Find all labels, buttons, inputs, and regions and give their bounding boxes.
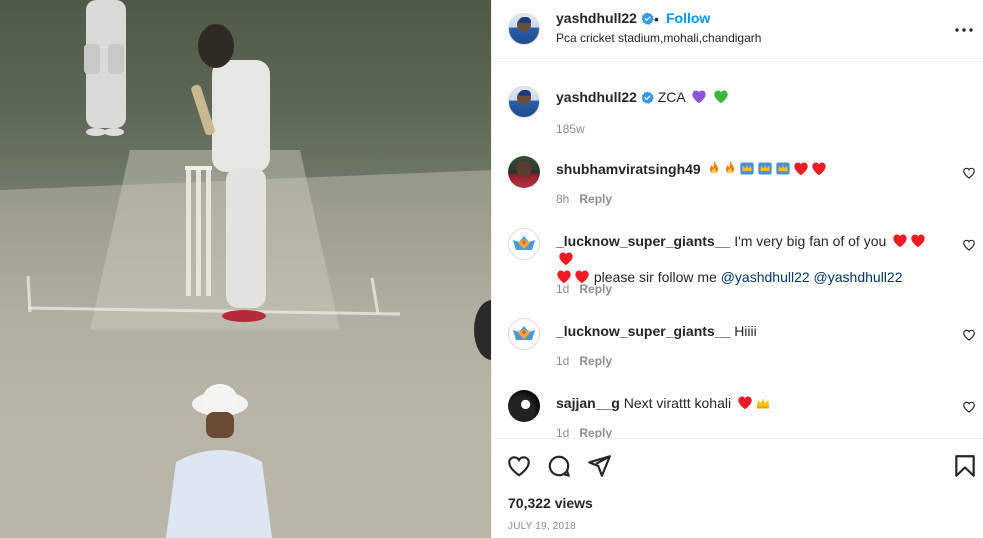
comment-body: Next virattt kohali [623, 395, 732, 411]
reply-button[interactable]: Reply [579, 282, 612, 296]
commenter-avatar[interactable] [508, 390, 540, 422]
post-actions: 70,322 views JULY 19, 2018 [492, 438, 983, 538]
comment-row: shubhamviratsingh49 8h Reply [492, 156, 983, 216]
follow-button[interactable]: Follow [666, 10, 710, 26]
comment-body: Hiiii [734, 323, 757, 339]
cricket-photo [0, 0, 491, 538]
comment-text: shubhamviratsingh49 [556, 160, 936, 178]
post-header: yashdhull22 • Follow Pca cricket stadium… [492, 0, 983, 62]
caption-age[interactable]: 185w [556, 122, 585, 136]
comment-age[interactable]: 1d [556, 282, 569, 296]
comment-row: _lucknow_super_giants__ Hiiii 1d Reply [492, 318, 983, 378]
red-heart-icon [811, 162, 826, 176]
fire-icon [709, 160, 718, 174]
comment-age[interactable]: 1d [556, 354, 569, 368]
crown-icon [739, 162, 754, 175]
heart-icon[interactable] [962, 166, 976, 180]
comment-text: _lucknow_super_giants__ I'm very big fan… [556, 232, 936, 286]
reply-button[interactable]: Reply [579, 354, 612, 368]
reply-button[interactable]: Reply [579, 426, 612, 438]
post-date[interactable]: JULY 19, 2018 [508, 521, 576, 532]
comment-row: sajjan__g Next virattt kohali 1d Reply [492, 390, 983, 438]
share-icon[interactable] [586, 453, 612, 479]
commenter-avatar[interactable] [508, 156, 540, 188]
comment-body-continued: please sir follow me [593, 269, 717, 285]
heart-icon[interactable] [962, 400, 976, 414]
view-count[interactable]: 70,322 views [508, 495, 593, 511]
caption-avatar[interactable] [508, 86, 540, 118]
red-heart-icon [559, 252, 573, 266]
caption-text: yashdhull22 ZCA [556, 88, 936, 106]
red-heart-icon [911, 234, 925, 248]
commenter-username[interactable]: sajjan__g [556, 395, 620, 411]
more-icon[interactable] [952, 18, 976, 42]
caption-row: yashdhull22 ZCA 185w [492, 84, 983, 144]
red-heart-icon [893, 234, 907, 248]
post-side-panel: yashdhull22 • Follow Pca cricket stadium… [491, 0, 983, 538]
red-heart-icon [793, 162, 808, 176]
comment-meta: 1d Reply [556, 426, 612, 438]
caption-username[interactable]: yashdhull22 [556, 89, 637, 105]
comments-list[interactable]: yashdhull22 ZCA 185w shubhamviratsingh49… [492, 62, 983, 438]
verified-icon [641, 91, 654, 104]
comment-body: I'm very big fan of of you [734, 233, 887, 249]
author-username[interactable]: yashdhull22 [556, 10, 654, 26]
comment-meta: 1d Reply [556, 282, 612, 296]
comment-text: sajjan__g Next virattt kohali [556, 394, 936, 412]
post-media[interactable] [0, 0, 491, 538]
crown-icon [757, 162, 772, 175]
commenter-username[interactable]: _lucknow_super_giants__ [556, 233, 730, 249]
fire-icon [725, 160, 734, 174]
commenter-username[interactable]: _lucknow_super_giants__ [556, 323, 730, 339]
commenter-username[interactable]: shubhamviratsingh49 [556, 161, 701, 177]
comment-row: _lucknow_super_giants__ I'm very big fan… [492, 228, 983, 308]
crown-icon [775, 162, 790, 175]
lsg-logo-icon [513, 326, 535, 340]
commenter-avatar[interactable] [508, 228, 540, 260]
heart-icon[interactable] [962, 328, 976, 342]
reply-button[interactable]: Reply [579, 192, 612, 206]
commenter-avatar[interactable] [508, 318, 540, 350]
lsg-logo-icon [513, 236, 535, 250]
post-location[interactable]: Pca cricket stadium,mohali,chandigarh [556, 31, 761, 45]
comment-icon[interactable] [546, 453, 572, 479]
mention-link[interactable]: @yashdhull22 [721, 269, 810, 285]
purple-heart-icon [692, 90, 706, 104]
green-heart-icon [714, 90, 728, 104]
author-avatar[interactable] [508, 13, 540, 45]
comment-text: _lucknow_super_giants__ Hiiii [556, 322, 936, 340]
caption-body: ZCA [657, 89, 685, 105]
comment-meta: 8h Reply [556, 192, 612, 206]
red-heart-icon [738, 396, 752, 410]
bookmark-icon[interactable] [952, 453, 978, 479]
crown-icon [756, 398, 769, 409]
heart-icon[interactable] [962, 238, 976, 252]
author-username-text[interactable]: yashdhull22 [556, 10, 637, 26]
comment-meta: 1d Reply [556, 354, 612, 368]
comment-age[interactable]: 1d [556, 426, 569, 438]
like-heart-icon[interactable] [506, 453, 532, 479]
mention-link[interactable]: @yashdhull22 [814, 269, 903, 285]
separator-dot: • [654, 11, 659, 27]
comment-age[interactable]: 8h [556, 192, 569, 206]
verified-icon [641, 12, 654, 25]
